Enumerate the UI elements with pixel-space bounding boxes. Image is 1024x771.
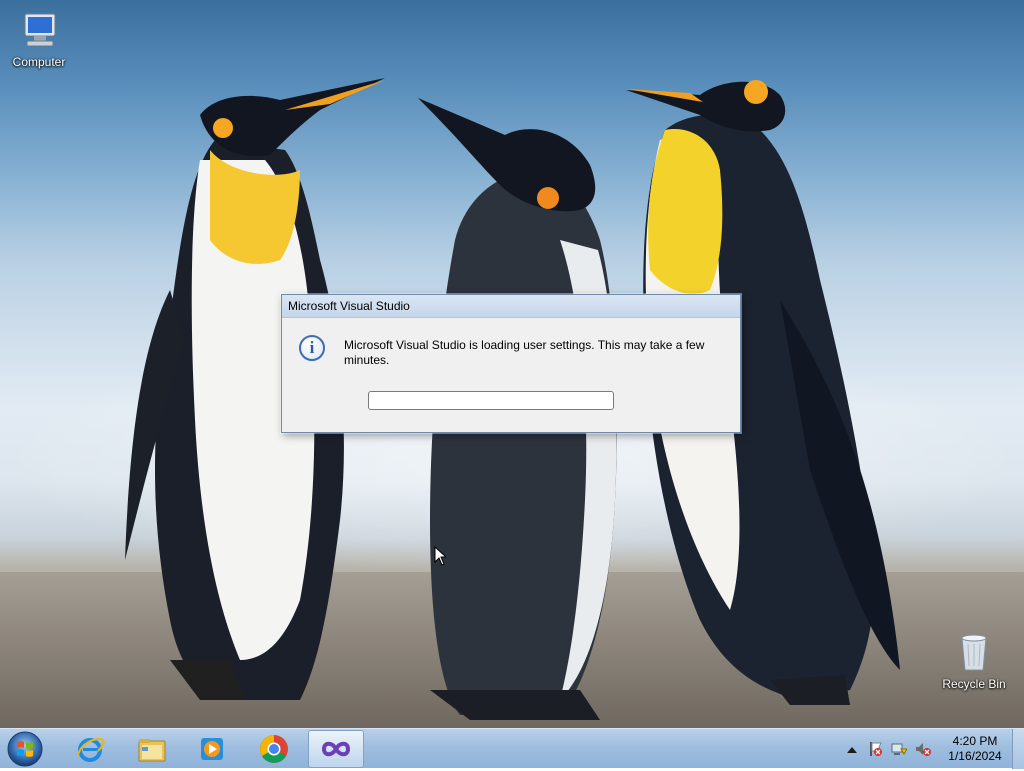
taskbar-app-internet-explorer[interactable]	[62, 730, 118, 768]
tray-clock[interactable]: 4:20 PM 1/16/2024	[940, 734, 1010, 764]
volume-muted-icon[interactable]	[915, 741, 931, 757]
clock-date: 1/16/2024	[948, 749, 1002, 763]
dialog-message: Microsoft Visual Studio is loading user …	[344, 338, 705, 367]
desktop-icon-computer[interactable]: Computer	[3, 8, 75, 69]
taskbar-app-chrome[interactable]	[246, 730, 302, 768]
action-center-flag-icon[interactable]	[867, 741, 883, 757]
taskbar-app-file-explorer[interactable]	[124, 730, 180, 768]
taskbar: 4:20 PM 1/16/2024	[0, 728, 1024, 769]
desktop-icon-label: Recycle Bin	[942, 677, 1006, 691]
info-icon: i	[299, 335, 325, 361]
visual-studio-icon	[321, 741, 351, 757]
taskbar-app-visual-studio[interactable]	[308, 730, 364, 768]
network-icon[interactable]	[891, 741, 907, 757]
loading-dialog: Microsoft Visual Studio i Microsoft Visu…	[281, 294, 741, 433]
show-hidden-icons-arrow[interactable]	[844, 742, 860, 758]
desktop-icon-label: Computer	[12, 55, 66, 69]
chrome-icon	[260, 735, 288, 763]
recycle-bin-icon	[961, 634, 987, 671]
windows-start-icon	[7, 731, 43, 767]
show-desktop-button[interactable]	[1012, 729, 1024, 769]
clock-time: 4:20 PM	[952, 734, 998, 748]
file-explorer-icon	[138, 739, 166, 762]
media-player-icon	[201, 738, 223, 760]
dialog-title: Microsoft Visual Studio	[282, 295, 740, 318]
start-button[interactable]	[5, 730, 45, 768]
computer-icon	[24, 13, 56, 47]
progress-bar	[368, 391, 614, 410]
desktop-icon-recycle-bin[interactable]: Recycle Bin	[938, 630, 1010, 691]
mouse-cursor-icon	[434, 546, 446, 566]
taskbar-app-media-player[interactable]	[184, 730, 240, 768]
internet-explorer-icon	[77, 738, 105, 762]
